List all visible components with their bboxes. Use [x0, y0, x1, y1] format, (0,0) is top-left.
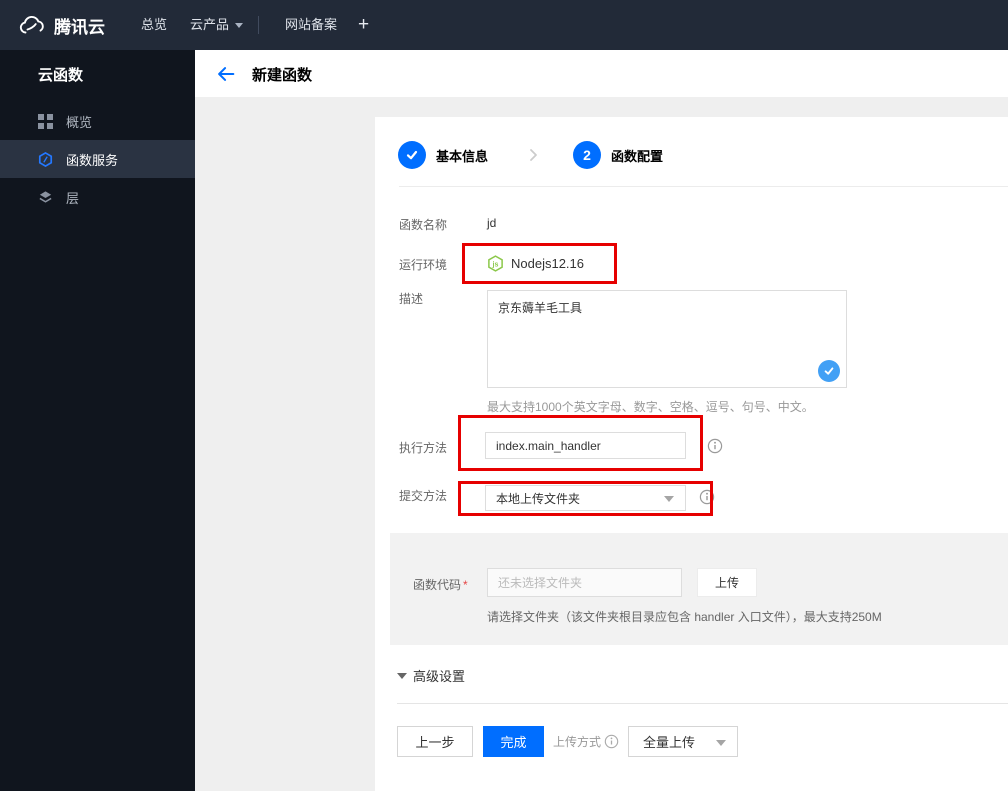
description-hint: 最大支持1000个英文字母、数字、空格、逗号、句号、中文。	[487, 400, 814, 414]
sidebar-item-overview[interactable]: 概览	[0, 102, 195, 140]
nodejs-icon: js	[487, 254, 504, 272]
info-icon[interactable]	[699, 489, 715, 505]
folder-path-input[interactable]	[487, 568, 682, 597]
tencent-cloud-logo-icon	[18, 15, 45, 35]
sidebar-item-label: 层	[66, 190, 80, 206]
submit-method-value: 本地上传文件夹	[496, 491, 581, 506]
info-icon[interactable]	[707, 438, 723, 454]
sidebar-item-layers[interactable]: 层	[0, 178, 195, 216]
valid-check-badge	[818, 360, 840, 382]
stepper-divider	[399, 186, 1008, 187]
step-1-done-circle	[398, 141, 426, 169]
info-icon[interactable]	[604, 734, 619, 749]
step-1-label: 基本信息	[436, 148, 489, 164]
upload-mode-value: 全量上传	[643, 735, 696, 750]
handler-input[interactable]	[485, 432, 686, 459]
topbar: 腾讯云 总览 云产品 网站备案 +	[0, 0, 1008, 50]
submit-method-label: 提交方法	[399, 489, 448, 503]
sidebar-item-label: 函数服务	[66, 152, 119, 168]
nav-products[interactable]: 云产品	[190, 0, 244, 50]
page-header: 新建函数	[195, 50, 1008, 97]
tencent-cloud-console: 腾讯云 总览 云产品 网站备案 + 云函数 概览 函数服务 层 新建函数 基本信…	[0, 0, 1008, 791]
finish-button[interactable]: 完成	[483, 726, 544, 757]
function-code-label: 函数代码 *	[413, 578, 468, 592]
layers-icon	[38, 190, 53, 205]
previous-step-button[interactable]: 上一步	[397, 726, 473, 757]
check-icon	[406, 150, 418, 160]
sidebar-item-function-service[interactable]: 函数服务	[0, 140, 195, 178]
stepper: 基本信息 2 函数配置	[398, 141, 663, 169]
chevron-down-icon	[716, 739, 726, 746]
runtime-label: 运行环境	[399, 258, 448, 272]
description-label: 描述	[399, 292, 424, 306]
chevron-down-icon	[235, 23, 244, 29]
chevron-right-icon	[524, 146, 542, 164]
check-icon	[824, 367, 834, 375]
upload-button[interactable]: 上传	[697, 568, 757, 597]
add-shortcut-button[interactable]: +	[358, 0, 369, 50]
nav-separator	[258, 16, 259, 34]
runtime-value: js Nodejs12.16	[487, 249, 584, 277]
create-function-card: 基本信息 2 函数配置 函数名称 jd 运行环境 js Nodejs12.16	[375, 117, 1008, 791]
upload-mode-label: 上传方式	[553, 733, 619, 750]
back-button[interactable]	[215, 63, 237, 85]
footer-divider	[397, 703, 1008, 704]
upload-mode-select[interactable]: 全量上传	[628, 726, 738, 757]
nav-products-label: 云产品	[190, 17, 230, 32]
handler-label: 执行方法	[399, 441, 448, 455]
brand-label: 腾讯云	[54, 17, 105, 37]
advanced-settings-label: 高级设置	[413, 669, 466, 684]
function-name-value: jd	[487, 216, 497, 230]
function-hexagon-icon	[38, 151, 53, 167]
submit-method-select[interactable]: 本地上传文件夹	[485, 485, 686, 511]
nav-overview[interactable]: 总览	[141, 0, 167, 50]
chevron-down-icon	[664, 496, 674, 502]
sidebar: 云函数 概览 函数服务 层	[0, 50, 195, 791]
function-name-label: 函数名称	[399, 218, 448, 232]
arrow-left-icon	[218, 67, 235, 81]
advanced-settings-toggle[interactable]: 高级设置	[397, 666, 465, 685]
step-2-circle: 2	[573, 141, 602, 169]
nav-icp-filing[interactable]: 网站备案	[285, 0, 337, 50]
description-textarea[interactable]: 京东薅羊毛工具	[487, 290, 847, 388]
required-asterisk: *	[463, 578, 468, 592]
triangle-down-icon	[397, 672, 407, 679]
brand-home-link[interactable]: 腾讯云	[18, 0, 105, 50]
svg-text:js: js	[492, 260, 499, 268]
page-title: 新建函数	[252, 67, 313, 84]
runtime-value-text: Nodejs12.16	[511, 255, 584, 271]
sidebar-item-label: 概览	[66, 114, 93, 130]
sidebar-title: 云函数	[38, 67, 84, 84]
function-code-hint: 请选择文件夹（该文件夹根目录应包含 handler 入口文件），最大支持250M	[487, 610, 882, 624]
sidebar-menu: 概览 函数服务 层	[0, 102, 195, 216]
grid-icon	[38, 113, 53, 129]
step-2-label: 函数配置	[611, 148, 664, 164]
